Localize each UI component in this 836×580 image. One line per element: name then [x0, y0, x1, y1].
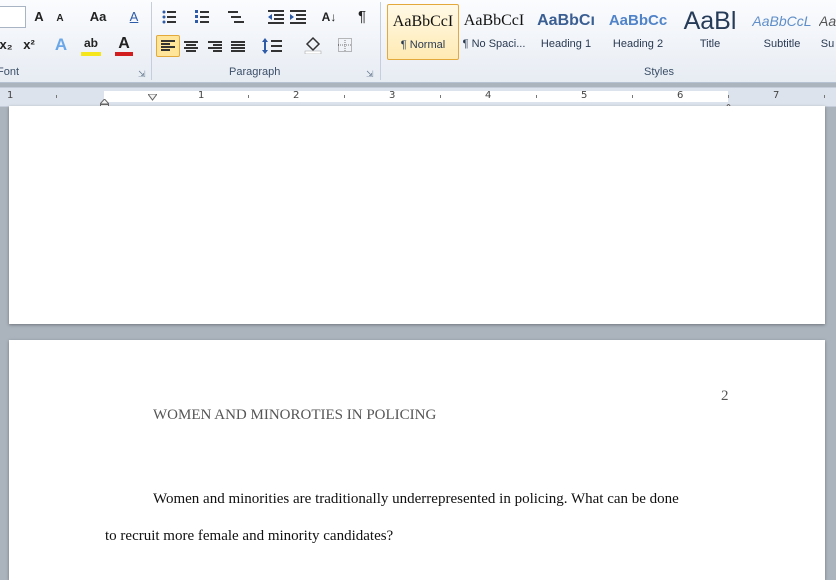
style-name: ¶ No Spaci... [462, 38, 526, 50]
first-line-indent-marker[interactable] [147, 88, 158, 106]
style-sample: AaBl [683, 7, 737, 35]
style-title[interactable]: AaBl Title [675, 4, 745, 58]
ruler-number: 1 [198, 90, 205, 101]
style-sample: AaBbCı [537, 12, 595, 29]
numbering-icon[interactable] [195, 10, 209, 24]
ribbon-separator [151, 2, 152, 80]
shading-icon[interactable] [304, 36, 322, 55]
align-left-button[interactable] [156, 35, 180, 57]
ruler-number: 3 [389, 90, 396, 101]
shrink-font-button[interactable]: A [53, 9, 67, 29]
style-name: Heading 2 [612, 38, 664, 50]
show-marks-button[interactable]: ¶ [354, 7, 370, 27]
font-size-box[interactable] [0, 6, 26, 28]
align-left-icon [161, 40, 175, 51]
paragraph-dialog-launcher-icon[interactable]: ⇲ [366, 69, 374, 80]
document-page-2[interactable]: 2 WOMEN AND MINOROTIES IN POLICING Women… [9, 340, 825, 580]
style-subtitle[interactable]: AaBbCcL Subtitle [747, 4, 817, 58]
justify-icon[interactable] [231, 40, 245, 52]
style-name: Title [699, 38, 721, 50]
style-heading-1[interactable]: AaBbCı Heading 1 [531, 4, 601, 58]
styles-group-label: Styles [644, 66, 674, 78]
font-color-bar [115, 52, 133, 56]
style-name: Su [820, 38, 835, 50]
superscript-button[interactable]: x² [20, 35, 38, 55]
ruler-tick [632, 95, 633, 98]
ruler-number: 5 [581, 90, 588, 101]
ruler-tick [344, 95, 345, 98]
change-case-button[interactable]: Aa [84, 7, 112, 27]
line-spacing-icon[interactable] [262, 38, 282, 54]
style-normal[interactable]: AaBbCcI ¶ Normal [387, 4, 459, 60]
style-no-spacing[interactable]: AaBbCcI ¶ No Spaci... [459, 4, 529, 58]
style-subtle-emphasis[interactable]: Aa Su [819, 4, 836, 58]
ribbon: A A Aa A x₂ x² A ab A Font ⇲ A↓ ¶ Paragr… [0, 0, 836, 83]
styles-gallery: AaBbCcI ¶ Normal AaBbCcI ¶ No Spaci... A… [385, 0, 836, 64]
grow-font-button[interactable]: A [31, 7, 47, 27]
paragraph-line-1: Women and minorities are traditionally u… [153, 491, 679, 507]
ruler-tick [56, 95, 57, 98]
align-center-icon[interactable] [184, 40, 198, 52]
style-name: Subtitle [763, 38, 801, 50]
ribbon-separator [380, 2, 381, 80]
ruler-number: 4 [485, 90, 492, 101]
increase-indent-icon[interactable] [290, 10, 306, 24]
bullets-icon[interactable] [162, 10, 176, 24]
document-page-1[interactable] [9, 106, 825, 324]
font-group-label: Font [0, 66, 20, 78]
style-sample: AaBbCcI [463, 12, 525, 29]
ruler-number: 1 [7, 90, 14, 101]
font-color-button[interactable]: A [115, 34, 133, 54]
ruler-tick [248, 95, 249, 98]
clear-formatting-button[interactable]: A [125, 7, 143, 27]
page-number: 2 [721, 388, 729, 404]
style-name: ¶ Normal [400, 39, 446, 51]
sort-button[interactable]: A↓ [319, 7, 339, 27]
multilevel-list-icon[interactable] [228, 10, 244, 24]
style-sample: AaBbCcL [752, 13, 812, 29]
ruler-tick [536, 95, 537, 98]
style-sample: Aa [819, 13, 836, 29]
ruler-tick [440, 95, 441, 98]
running-head: WOMEN AND MINOROTIES IN POLICING [153, 407, 437, 423]
style-name: Heading 1 [540, 38, 592, 50]
highlight-button[interactable]: ab [81, 33, 101, 53]
ruler-number: 6 [677, 90, 684, 101]
subscript-button[interactable]: x₂ [0, 35, 15, 55]
style-sample: AaBbCc [608, 12, 668, 29]
borders-icon[interactable] [338, 38, 352, 52]
font-dialog-launcher-icon[interactable]: ⇲ [138, 69, 146, 80]
ruler-number: 2 [293, 90, 300, 101]
paragraph-line-2: to recruit more female and minority cand… [105, 528, 394, 544]
style-sample: AaBbCcI [392, 13, 454, 30]
ruler-number: 7 [773, 90, 780, 101]
decrease-indent-icon[interactable] [268, 10, 284, 24]
paragraph-group-label: Paragraph [229, 66, 281, 78]
style-heading-2[interactable]: AaBbCc Heading 2 [603, 4, 673, 58]
align-right-icon[interactable] [208, 40, 222, 52]
highlight-color-bar [81, 52, 101, 56]
ruler-tick [824, 95, 825, 98]
horizontal-ruler[interactable]: 1 1 2 3 4 5 6 7 [0, 87, 836, 111]
text-effects-button[interactable]: A [51, 35, 71, 55]
